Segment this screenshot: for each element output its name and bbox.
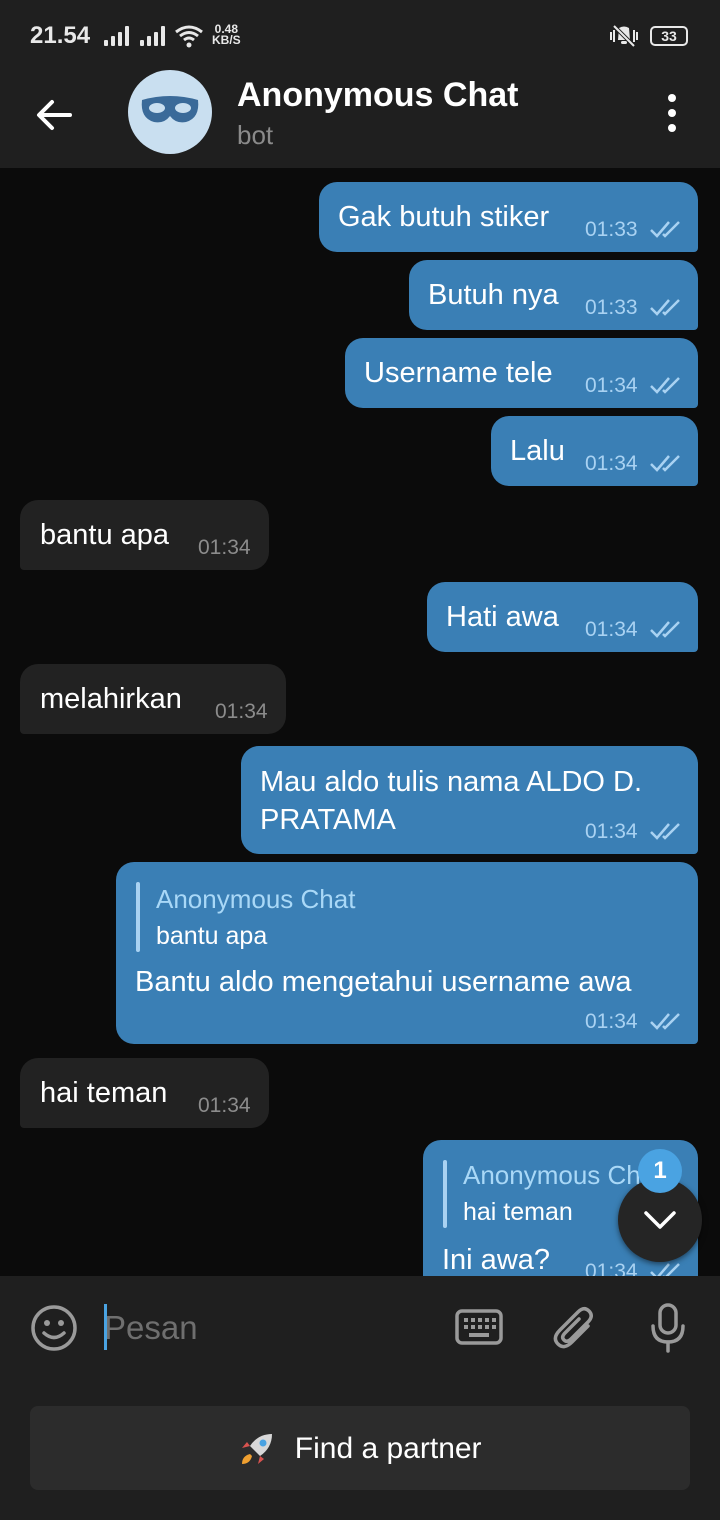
signal-icon-2 [140, 26, 166, 46]
chat-header: Anonymous Chat bot [0, 60, 720, 168]
rocket-icon [242, 1434, 273, 1465]
wifi-icon [175, 25, 203, 48]
message-text: hai teman [40, 1077, 168, 1109]
reply-sender-name[interactable]: Anonymous Chat [463, 1160, 662, 1191]
double-check-icon [650, 299, 680, 316]
message-bubble-outgoing[interactable]: Gak butuh stiker 01:33 [319, 182, 698, 252]
message-text: Gak butuh stiker [338, 201, 550, 233]
chat-subtitle: bot [237, 120, 274, 150]
reply-quoted-text[interactable]: hai teman [463, 1198, 573, 1227]
message-time: 01:33 [585, 218, 638, 241]
net-speed-unit: KB/S [212, 33, 241, 47]
message-bubble-incoming[interactable]: hai teman 01:34 [20, 1058, 269, 1128]
message-time: 01:34 [585, 820, 638, 843]
message-time: 01:34 [585, 1260, 638, 1276]
reply-sender-name[interactable]: Anonymous Chat [156, 884, 355, 915]
signal-icon-1 [104, 26, 130, 46]
reply-quote-bar [443, 1160, 447, 1228]
double-check-icon [650, 221, 680, 238]
bot-keyboard-icon[interactable] [454, 1308, 504, 1346]
status-bar: 21.54 0.48 KB/S 33 [0, 0, 720, 60]
text-caret [104, 1304, 107, 1350]
message-bubble-incoming[interactable]: bantu apa 01:34 [20, 500, 269, 570]
message-text: bantu apa [40, 519, 170, 551]
message-time: 01:34 [215, 700, 268, 723]
message-text: melahirkan [40, 683, 182, 715]
message-text: Butuh nya [428, 279, 559, 311]
message-bubble-incoming[interactable]: melahirkan 01:34 [20, 664, 286, 734]
unread-count-badge: 1 [638, 1149, 682, 1193]
message-bubble-outgoing[interactable]: Mau aldo tulis nama ALDO D. PRATAMA 01:3… [241, 746, 698, 854]
chat-title[interactable]: Anonymous Chat [237, 76, 518, 115]
double-check-icon [650, 1263, 680, 1276]
bot-reply-keyboard: Find a partner [0, 1380, 720, 1520]
message-bubble-outgoing[interactable]: Lalu 01:34 [491, 416, 698, 486]
microphone-icon[interactable] [648, 1302, 688, 1354]
message-time: 01:34 [585, 452, 638, 475]
message-time: 01:34 [198, 536, 251, 559]
message-bubble-outgoing[interactable]: Username tele 01:34 [345, 338, 698, 408]
more-vert-icon[interactable] [656, 90, 688, 136]
message-input[interactable] [104, 1304, 424, 1352]
find-partner-button[interactable]: Find a partner [30, 1406, 690, 1490]
message-time: 01:34 [585, 618, 638, 641]
double-check-icon [650, 621, 680, 638]
message-composer [0, 1276, 720, 1380]
message-bubble-outgoing-reply[interactable]: Anonymous Chat bantu apa Bantu aldo meng… [116, 862, 698, 1044]
message-bubble-outgoing[interactable]: Hati awa 01:34 [427, 582, 698, 652]
message-time: 01:34 [198, 1094, 251, 1117]
chevron-down-icon [644, 1211, 676, 1229]
message-text-line-2: PRATAMA [260, 804, 396, 836]
double-check-icon [650, 377, 680, 394]
double-check-icon [650, 455, 680, 472]
message-text: Bantu aldo mengetahui username awa [135, 966, 632, 998]
double-check-icon [650, 823, 680, 840]
double-check-icon [650, 1013, 680, 1030]
emoji-icon[interactable] [28, 1302, 80, 1354]
message-text: Ini awa? [442, 1244, 551, 1276]
attach-icon[interactable] [552, 1304, 598, 1354]
message-time: 01:34 [585, 1010, 638, 1033]
message-text: Lalu [510, 435, 565, 467]
message-time: 01:34 [585, 374, 638, 397]
avatar[interactable] [128, 70, 212, 154]
message-text-line-1: Mau aldo tulis nama ALDO D. [260, 766, 643, 798]
message-text: Username tele [364, 357, 553, 389]
find-partner-label: Find a partner [294, 1432, 482, 1466]
mask-icon [141, 96, 199, 123]
message-text: Hati awa [446, 601, 559, 633]
status-time: 21.54 [30, 22, 91, 49]
mute-vibrate-icon [610, 24, 638, 48]
back-arrow-icon[interactable] [30, 90, 80, 140]
message-bubble-outgoing[interactable]: Butuh nya 01:33 [409, 260, 698, 330]
battery-icon: 33 [650, 26, 688, 46]
message-list[interactable]: Gak butuh stiker 01:33 Butuh nya 01:33 U… [0, 168, 720, 1276]
message-time: 01:33 [585, 296, 638, 319]
reply-quote-bar [136, 882, 140, 952]
reply-quoted-text[interactable]: bantu apa [156, 922, 267, 951]
net-speed: 0.48 KB/S [212, 23, 241, 47]
